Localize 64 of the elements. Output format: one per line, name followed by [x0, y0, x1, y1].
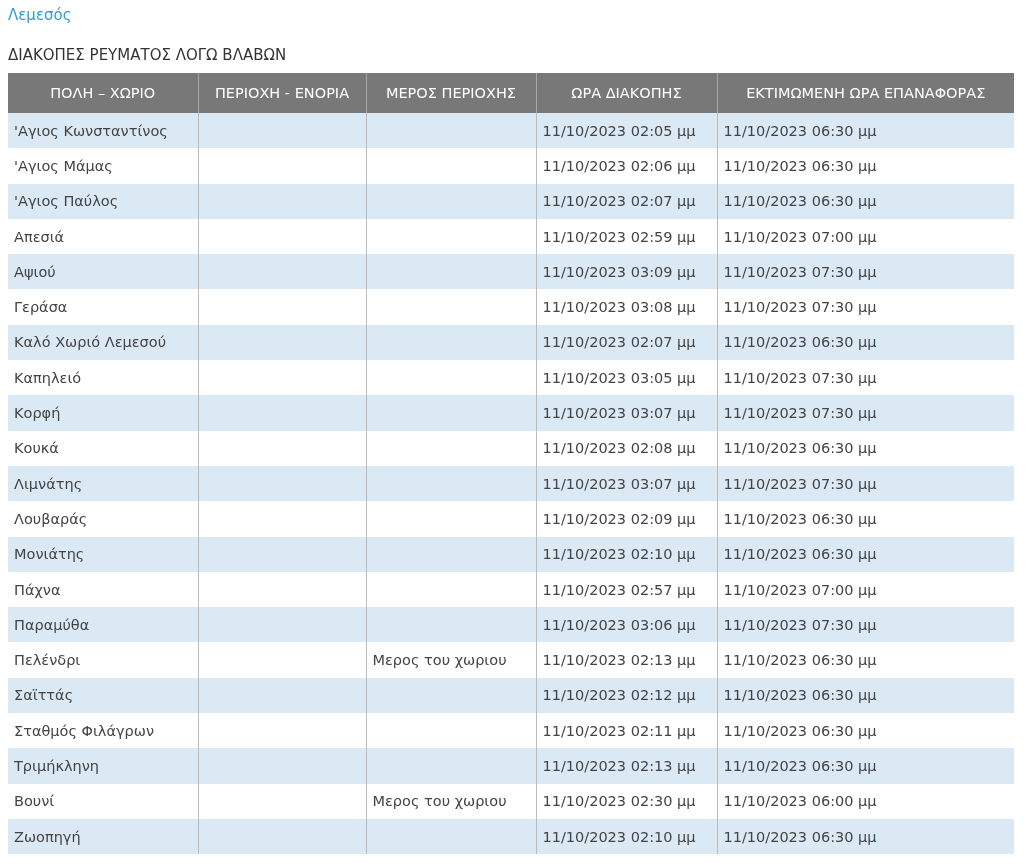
table-cell: 11/10/2023 07:30 μμ — [717, 607, 1014, 643]
table-cell: 11/10/2023 02:13 μμ — [536, 748, 717, 784]
table-cell: Μερος του χωριου — [366, 642, 536, 678]
column-header: ΠΕΡΙΟΧΗ - ΕΝΟΡΙΑ — [198, 73, 366, 113]
table-cell: 11/10/2023 03:07 μμ — [536, 395, 717, 431]
table-cell: Γεράσα — [8, 289, 198, 325]
table-cell: Βουνί — [8, 783, 198, 819]
table-cell: Κορφή — [8, 395, 198, 431]
table-cell: Μερος του χωριου — [366, 783, 536, 819]
table-cell: Απεσιά — [8, 218, 198, 255]
section-heading: ΔΙΑΚΟΠΕΣ ΡΕΥΜΑΤΟΣ ΛΟΓΩ ΒΛΑΒΩΝ — [8, 46, 288, 64]
table-cell: Παραμύθα — [8, 607, 198, 643]
table-cell: 11/10/2023 02:10 μμ — [536, 536, 717, 572]
table-cell: 11/10/2023 03:08 μμ — [536, 289, 717, 325]
table-cell: Τριμήκληνη — [8, 748, 198, 784]
table-cell: 11/10/2023 02:06 μμ — [536, 148, 717, 184]
table-cell: 11/10/2023 07:30 μμ — [717, 254, 1014, 290]
table-cell: Μονιάτης — [8, 536, 198, 572]
column-header: ΩΡΑ ΔΙΑΚΟΠΗΣ — [536, 73, 717, 113]
table-cell: Λουβαράς — [8, 501, 198, 537]
table-cell: 11/10/2023 07:30 μμ — [717, 465, 1014, 502]
table-cell: 11/10/2023 07:30 μμ — [717, 395, 1014, 431]
table-cell: 11/10/2023 06:30 μμ — [717, 324, 1014, 361]
table-cell: 11/10/2023 03:09 μμ — [536, 254, 717, 290]
table-cell: Πελένδρι — [8, 642, 198, 678]
table-cell: 'Αγιος Μάμας — [8, 148, 198, 184]
table-cell: 11/10/2023 02:08 μμ — [536, 430, 717, 466]
table-cell: Κουκά — [8, 430, 198, 466]
table-cell: 11/10/2023 06:30 μμ — [717, 536, 1014, 572]
table-cell: 11/10/2023 02:12 μμ — [536, 677, 717, 714]
table-cell: 11/10/2023 06:30 μμ — [717, 113, 1014, 149]
table-cell: 11/10/2023 03:06 μμ — [536, 607, 717, 643]
table-cell: 11/10/2023 06:30 μμ — [717, 501, 1014, 537]
table-cell: 11/10/2023 06:30 μμ — [717, 148, 1014, 184]
table-cell: 11/10/2023 03:07 μμ — [536, 465, 717, 502]
table-cell: Σταθμός Φιλάγρων — [8, 713, 198, 749]
table-cell: 11/10/2023 02:07 μμ — [536, 324, 717, 361]
table-cell: Σαϊττάς — [8, 677, 198, 714]
table-cell: Ζωοπηγή — [8, 818, 198, 855]
table-cell: 11/10/2023 07:30 μμ — [717, 289, 1014, 325]
table-cell: 11/10/2023 06:30 μμ — [717, 748, 1014, 784]
table-cell: 11/10/2023 02:30 μμ — [536, 783, 717, 819]
region-link[interactable]: Λεμεσός — [8, 6, 72, 24]
table-cell: 11/10/2023 02:13 μμ — [536, 642, 717, 678]
column-header: ΜΕΡΟΣ ΠΕΡΙΟΧΗΣ — [366, 73, 536, 113]
table-cell: Καλό Χωριό Λεμεσού — [8, 324, 198, 361]
table-cell: 11/10/2023 06:00 μμ — [717, 783, 1014, 819]
table-cell: 11/10/2023 06:30 μμ — [717, 818, 1014, 855]
table-cell: 'Αγιος Παύλος — [8, 183, 198, 219]
table-cell: Καπηλειό — [8, 360, 198, 396]
table-cell: 11/10/2023 02:09 μμ — [536, 501, 717, 537]
column-header: ΕΚΤΙΜΩΜΕΝΗ ΩΡΑ ΕΠΑΝΑΦΟΡΑΣ — [717, 73, 1014, 113]
table-cell: 11/10/2023 02:07 μμ — [536, 183, 717, 219]
table-cell: 'Αγιος Κωνσταντίνος — [8, 113, 198, 149]
table-cell: 11/10/2023 06:30 μμ — [717, 183, 1014, 219]
table-cell: 11/10/2023 06:30 μμ — [717, 430, 1014, 466]
table-cell: 11/10/2023 06:30 μμ — [717, 677, 1014, 714]
table-cell: 11/10/2023 02:05 μμ — [536, 113, 717, 149]
table-cell: Πάχνα — [8, 571, 198, 608]
table-cell: Αψιού — [8, 254, 198, 290]
table-cell: 11/10/2023 06:30 μμ — [717, 642, 1014, 678]
table-cell: 11/10/2023 02:10 μμ — [536, 818, 717, 855]
column-header: ΠΟΛΗ – ΧΩΡΙΟ — [8, 73, 198, 113]
table-cell: Λιμνάτης — [8, 465, 198, 502]
